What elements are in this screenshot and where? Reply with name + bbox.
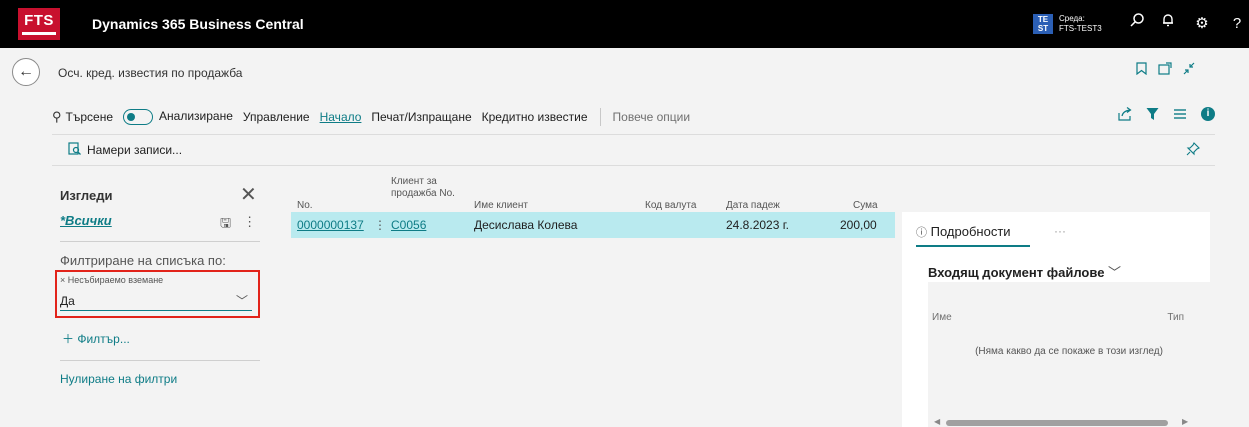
horizontal-scrollbar[interactable]: ◀ ▶: [934, 417, 1188, 426]
bookmark-icon[interactable]: [1136, 62, 1147, 78]
divider: [52, 165, 1215, 166]
row-menu-icon[interactable]: ⋮: [374, 218, 386, 232]
search-icon: ⚲: [52, 109, 62, 124]
logo-bar: [22, 32, 56, 35]
list-view-icon[interactable]: [1173, 107, 1187, 124]
column-header-type[interactable]: Тип: [1167, 312, 1184, 323]
tab-home[interactable]: Начало: [320, 110, 362, 124]
collapse-icon[interactable]: [1182, 62, 1196, 78]
more-options-button[interactable]: Повече опции: [613, 110, 691, 124]
section-title: Входящ документ файлове: [928, 265, 1105, 280]
column-header-customer-no-line2: продажба No.: [391, 188, 455, 199]
divider: [60, 360, 260, 361]
env-name: FTS-TEST3: [1059, 24, 1102, 33]
tab-print-send[interactable]: Печат/Изпращане: [371, 110, 471, 124]
incoming-documents-list: Име Тип (Няма какво да се покаже в този …: [928, 282, 1210, 427]
filter-field-label: × Несъбираемо вземане: [60, 275, 163, 285]
column-header-due-date[interactable]: Дата падеж: [726, 200, 780, 212]
search-action[interactable]: ⚲ Търсене: [52, 109, 113, 125]
filter-icon[interactable]: [1146, 107, 1159, 124]
scroll-left-icon[interactable]: ◀: [934, 417, 940, 426]
page-header: ← Осч. кред. известия по продажба: [0, 48, 1249, 98]
active-tab-indicator: [916, 245, 1030, 247]
pin-icon[interactable]: [1186, 142, 1200, 159]
filter-pane: Изгледи ✕ *Всички 🖫 ⋮ Филтриране на спис…: [55, 180, 260, 410]
customer-no-link[interactable]: C0056: [391, 218, 426, 232]
analyze-toggle[interactable]: Анализиране: [123, 109, 233, 125]
env-badge-line1: TE: [1037, 15, 1049, 24]
empty-message: (Няма какво да се покаже в този изглед): [975, 346, 1163, 357]
document-no-link[interactable]: 0000000137: [297, 218, 364, 232]
bell-icon[interactable]: [1156, 12, 1180, 36]
view-more-icon[interactable]: ⋮: [243, 214, 256, 236]
reset-filters-link[interactable]: Нулиране на филтри: [60, 372, 177, 386]
find-records-icon: [68, 142, 81, 158]
tab-details-label: Подробности: [930, 224, 1011, 239]
chevron-down-icon: ﹀: [1108, 265, 1122, 280]
help-icon[interactable]: ?: [1225, 12, 1249, 36]
view-actions: 🖫 ⋮: [220, 214, 256, 236]
info-icon[interactable]: i: [1201, 107, 1215, 121]
info-circle-icon: ⓘ: [916, 227, 927, 239]
column-header-customer-no-line1: Клиент за: [391, 176, 437, 187]
action-bar-right-icons: i: [1118, 107, 1215, 124]
app-title[interactable]: Dynamics 365 Business Central: [92, 0, 304, 48]
analyze-label: Анализиране: [159, 109, 233, 124]
filter-value: Да: [60, 294, 75, 308]
factbox-pane: ⓘ Подробности ··· Входящ документ файлов…: [902, 212, 1210, 427]
env-label: Среда:: [1059, 14, 1085, 23]
column-header-currency[interactable]: Код валута: [645, 200, 696, 212]
page-title: Осч. кред. известия по продажба: [58, 66, 243, 80]
filter-field-name: Несъбираемо вземане: [67, 275, 164, 285]
find-records-button[interactable]: Намери записи...: [68, 142, 182, 158]
find-records-label: Намери записи...: [87, 143, 183, 157]
top-bar: FTS Dynamics 365 Business Central TE ST …: [0, 0, 1249, 48]
plus-icon: ＋: [62, 332, 75, 346]
search-label: Търсене: [65, 110, 114, 124]
incoming-documents-section-header[interactable]: Входящ документ файлове ﹀: [928, 262, 1121, 281]
filter-by-label: Филтриране на списъка по:: [60, 253, 226, 268]
divider: [52, 134, 1215, 135]
save-view-icon[interactable]: 🖫: [220, 214, 231, 236]
toggle-switch[interactable]: [123, 109, 154, 125]
close-icon[interactable]: ✕: [240, 182, 257, 207]
remove-filter-icon[interactable]: ×: [60, 275, 65, 285]
scrollbar-thumb[interactable]: [946, 420, 1168, 426]
amount-cell: 200,00: [840, 218, 877, 232]
environment-text: Среда: FTS-TEST3: [1059, 14, 1102, 34]
views-title: Изгледи: [60, 188, 113, 203]
tab-manage[interactable]: Управление: [243, 110, 310, 124]
chevron-down-icon: ﹀: [235, 294, 248, 308]
logo-text: FTS: [24, 12, 54, 29]
back-button[interactable]: ←: [12, 58, 40, 86]
column-header-name[interactable]: Име: [932, 312, 952, 323]
customer-name-cell: Десислава Колева: [474, 218, 578, 232]
open-new-window-icon[interactable]: [1158, 62, 1172, 78]
fts-logo[interactable]: FTS: [18, 8, 60, 40]
action-separator: [599, 108, 601, 126]
divider: [60, 241, 260, 242]
scroll-right-icon[interactable]: ▶: [1182, 417, 1188, 426]
environment-badge: TE ST: [1033, 14, 1053, 34]
highlighted-filter-box: × Несъбираемо вземане Да ﹀: [55, 270, 260, 318]
filter-value-select[interactable]: Да ﹀: [60, 292, 252, 311]
more-tabs-button[interactable]: ···: [1054, 224, 1066, 238]
add-filter-button[interactable]: ＋ Филтър...: [62, 330, 130, 347]
column-header-customer-name[interactable]: Име клиент: [474, 200, 528, 212]
column-header-amount[interactable]: Сума: [853, 200, 878, 212]
action-bar: ⚲ Търсене Анализиране Управление Начало П…: [52, 103, 1215, 131]
due-date-cell: 24.8.2023 г.: [726, 218, 789, 232]
add-filter-label: Филтър...: [77, 332, 130, 346]
tab-credit-memo[interactable]: Кредитно известие: [482, 110, 588, 124]
search-icon[interactable]: [1125, 12, 1149, 36]
environment-indicator[interactable]: TE ST Среда: FTS-TEST3: [1033, 14, 1102, 34]
view-all-link[interactable]: *Всички: [60, 213, 112, 228]
gear-icon[interactable]: ⚙: [1190, 12, 1214, 36]
share-icon[interactable]: [1118, 107, 1132, 124]
column-header-customer-no[interactable]: Клиент за продажба No.: [391, 176, 455, 200]
tab-details[interactable]: ⓘ Подробности: [916, 224, 1011, 240]
column-header-no[interactable]: No.: [297, 200, 313, 212]
env-badge-line2: ST: [1037, 24, 1049, 33]
